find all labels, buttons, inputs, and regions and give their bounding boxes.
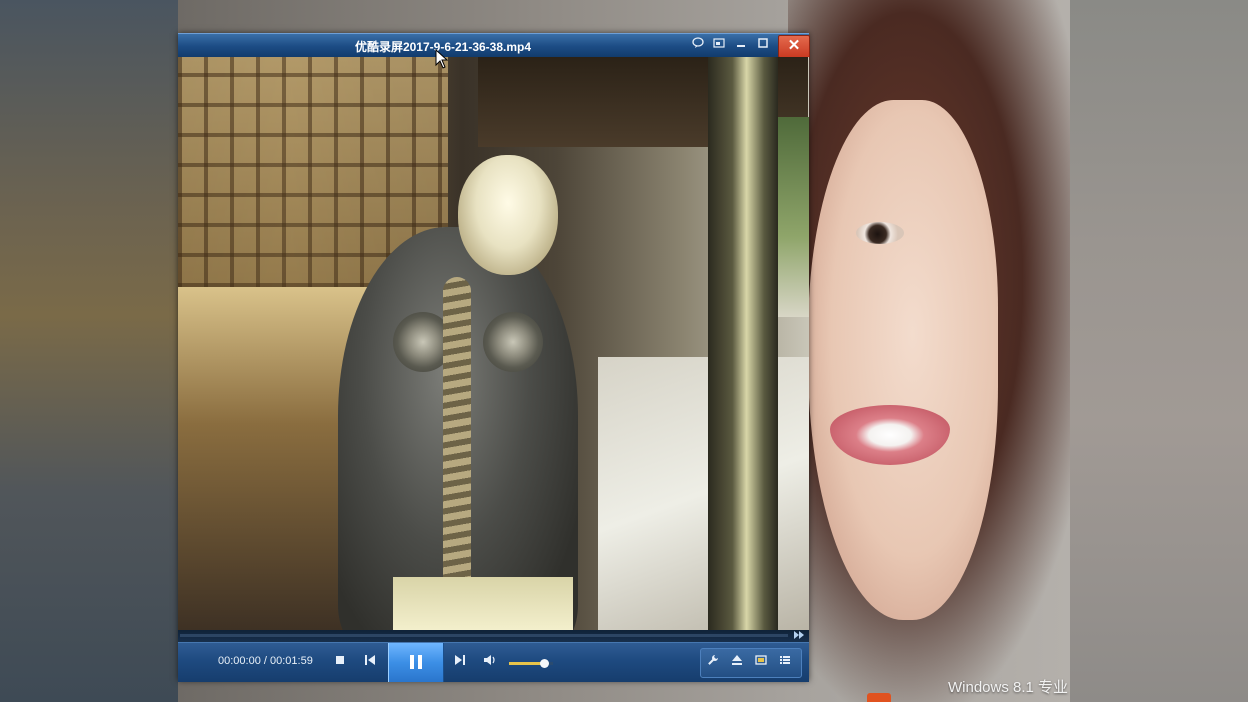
video-figure-head <box>458 155 558 275</box>
time-display: 00:00:00 / 00:01:59 <box>218 655 313 667</box>
fast-forward-icon[interactable] <box>792 630 806 642</box>
blurred-frame-right <box>1070 0 1248 702</box>
blurred-frame-left <box>0 0 178 702</box>
media-player-window: 优酷录屏2017-9-6-21-36-38.mp4 ✕ 00:00:00 / 0… <box>178 33 810 682</box>
close-button[interactable]: ✕ <box>778 35 810 58</box>
previous-button[interactable] <box>361 653 379 671</box>
video-braid <box>443 277 471 617</box>
tool-group <box>700 648 802 678</box>
video-figure-trousers <box>393 577 573 630</box>
previous-icon <box>365 655 375 665</box>
maximize-icon[interactable] <box>754 37 772 54</box>
playlist-button[interactable] <box>776 654 794 672</box>
video-frame[interactable] <box>178 57 809 630</box>
volume-icon <box>484 655 495 665</box>
volume-level <box>509 662 545 665</box>
screen-button[interactable] <box>752 654 770 672</box>
volume-button[interactable] <box>481 653 499 671</box>
screen-icon <box>755 655 767 665</box>
settings-button[interactable] <box>704 654 722 672</box>
video-pillar <box>708 57 778 630</box>
miniplayer-icon[interactable] <box>710 37 728 54</box>
stop-button[interactable] <box>331 653 349 671</box>
volume-knob[interactable] <box>540 659 550 668</box>
chat-bubble-icon[interactable] <box>689 37 707 54</box>
volume-slider[interactable] <box>509 659 553 668</box>
video-robe-medallion <box>483 312 543 372</box>
control-bar: 00:00:00 / 00:01:59 <box>178 642 809 682</box>
next-button[interactable] <box>451 653 469 671</box>
playlist-icon <box>780 656 790 664</box>
time-total: 00:01:59 <box>270 655 313 667</box>
open-file-button[interactable] <box>728 654 746 672</box>
wrench-icon <box>708 655 718 665</box>
close-icon: ✕ <box>787 37 801 54</box>
seek-track[interactable] <box>180 634 788 637</box>
title-bar[interactable]: 优酷录屏2017-9-6-21-36-38.mp4 ✕ <box>178 33 810 58</box>
pause-button[interactable] <box>388 643 444 682</box>
minimize-icon[interactable] <box>732 37 750 54</box>
wallpaper-face <box>808 100 998 620</box>
time-separator: / <box>260 655 270 667</box>
pause-icon <box>410 655 422 669</box>
wallpaper-eye <box>856 222 904 244</box>
taskbar-app-icon[interactable] <box>867 693 891 702</box>
windows-watermark: Windows 8.1 专业 <box>948 679 1069 696</box>
stop-icon <box>336 656 344 664</box>
seek-bar[interactable] <box>178 630 809 642</box>
time-current: 00:00:00 <box>218 655 261 667</box>
eject-icon <box>732 655 742 665</box>
next-icon <box>455 655 465 665</box>
